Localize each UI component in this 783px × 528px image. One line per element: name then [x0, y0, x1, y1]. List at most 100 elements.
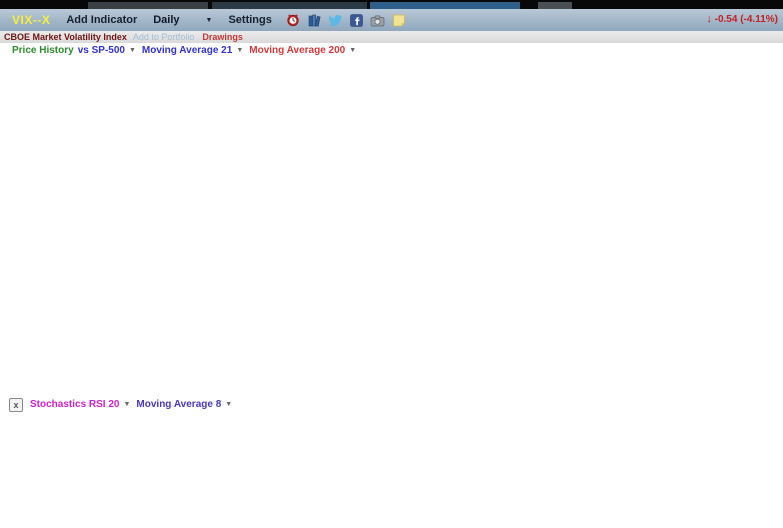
ma8-line	[8, 424, 742, 476]
main-y-axis: 45.0043.5042.0040.5039.0037.5036.0034.50…	[746, 58, 770, 375]
scrollbar-track[interactable]	[0, 507, 783, 517]
divergence-annotation: divergence	[414, 349, 463, 360]
lower-last-value-box-text: 0.00	[749, 477, 768, 488]
x-axis-year-label: 2013	[545, 498, 565, 508]
y-axis-tick-label: 42.00	[746, 83, 770, 94]
lower-last-value-box	[744, 475, 772, 488]
x-axis-year-label: 2012	[64, 498, 84, 508]
close-indicator-button[interactable]: x	[9, 398, 23, 412]
y-axis-tick-label: 15.00	[746, 313, 770, 324]
stochastics-legend[interactable]: Stochastics RSI 20	[30, 399, 119, 410]
ma21-legend[interactable]: Moving Average 21	[142, 45, 232, 56]
ellipse-annotation-fill	[97, 278, 267, 350]
price-chart-svg[interactable]: divergencedivergence45.0043.5042.0040.50…	[0, 0, 783, 528]
down-arrow-icon: ↓	[706, 13, 712, 25]
x-axis-month-label: Oct	[426, 489, 441, 499]
y-axis-tick-label: 30.00	[746, 185, 770, 196]
y-axis-tick-label: 80.00	[746, 419, 770, 430]
price-history-legend[interactable]: Price History	[12, 45, 74, 56]
camera-icon[interactable]	[370, 14, 385, 27]
x-axis-month-label: Mar	[137, 489, 153, 499]
change-value: -0.54 (-4.11%)	[715, 14, 778, 25]
panel-divider[interactable]	[2, 391, 756, 395]
vs-sp500-legend[interactable]: vs SP-500	[78, 45, 125, 56]
x-axis-month-label: Dec	[507, 489, 524, 499]
browser-tab	[538, 2, 572, 9]
price-change-indicator: ↓ -0.54 (-4.11%)	[706, 13, 778, 25]
chevron-down-icon[interactable]: ▼	[225, 401, 232, 408]
browser-tab	[370, 2, 520, 9]
ellipse-annotation[interactable]	[97, 278, 267, 350]
y-axis-tick-label: 22.50	[746, 249, 770, 260]
ma8-legend[interactable]: Moving Average 8	[136, 399, 221, 410]
trendline-handle[interactable]	[745, 324, 750, 329]
symbol-label[interactable]: VIX--X	[12, 13, 50, 27]
x-axis-month-label: Jan	[546, 489, 561, 499]
window-left-border	[0, 9, 2, 508]
timeframe-label: Daily	[153, 14, 179, 26]
chevron-down-icon[interactable]: ▼	[349, 47, 356, 54]
x-axis-month-label: Apr	[653, 489, 667, 499]
lower-panel-legend: Stochastics RSI 20 ▼ Moving Average 8 ▼	[30, 399, 238, 410]
x-axis-year-label: 11	[1, 498, 10, 508]
x-axis-date-label: 5/10/2013	[694, 491, 730, 500]
ellipse-annotation-fill	[562, 314, 746, 368]
chart-canvas[interactable]: divergencedivergence45.0043.5042.0040.50…	[0, 0, 783, 528]
main-chart-legend: Price History vs SP-500 ▼ Moving Average…	[12, 45, 362, 56]
y-axis-tick-label: 13.50	[746, 325, 770, 336]
y-axis-tick-label: 18.00	[746, 287, 770, 298]
alarm-clock-icon[interactable]	[286, 13, 300, 27]
settings-button[interactable]: Settings	[228, 14, 271, 26]
scrollbar-thumb[interactable]	[190, 508, 756, 516]
drawing-collapse-marker	[740, 362, 744, 367]
symbol-info-bar: CBOE Market Volatility Index Add to Port…	[0, 31, 783, 43]
x-axis-month-label: May	[221, 489, 239, 499]
sp500-line	[8, 78, 742, 185]
chevron-down-icon[interactable]: ▼	[123, 401, 130, 408]
trendline-drawing[interactable]	[4, 60, 748, 327]
drawing-handle[interactable]	[464, 343, 469, 348]
ellipse-annotation[interactable]	[562, 314, 746, 368]
add-to-portfolio-link[interactable]: Add to Portfolio	[133, 32, 195, 42]
y-axis-tick-label: 28.50	[746, 198, 770, 209]
chevron-down-icon[interactable]: ▼	[236, 47, 243, 54]
ma200-legend[interactable]: Moving Average 200	[249, 45, 345, 56]
y-axis-tick-label: 33.00	[746, 160, 770, 171]
y-axis-tick-label: 12.00	[746, 338, 770, 349]
trendline-handle[interactable]	[744, 247, 749, 252]
last-price-box	[744, 331, 778, 344]
library-icon[interactable]	[307, 13, 321, 27]
vertical-gridlines	[30, 58, 734, 482]
timeframe-dropdown[interactable]: Daily ▼	[153, 14, 212, 26]
divergence-annotation: divergence	[692, 361, 741, 372]
y-axis-tick-label: 16.50	[746, 300, 770, 311]
y-axis-tick-label: 37.50	[746, 121, 770, 132]
drawing-handle[interactable]	[95, 345, 100, 350]
facebook-icon[interactable]	[350, 14, 363, 27]
twitter-icon[interactable]	[328, 13, 343, 27]
chart-toolbar: VIX--X Add Indicator Daily ▼ Settings	[0, 9, 783, 32]
y-axis-tick-label: 9.00	[746, 364, 765, 375]
browser-tab	[212, 2, 367, 9]
x-axis-month-label: Dec	[22, 489, 39, 499]
drawings-menu[interactable]: Drawings	[202, 32, 243, 42]
y-axis-tick-label: 25.50	[746, 223, 770, 234]
last-price-box-text: 12.59	[749, 333, 773, 344]
drawing-handle[interactable]	[560, 365, 565, 370]
chevron-down-icon[interactable]: ▼	[129, 47, 136, 54]
y-axis-tick-label: 40.00	[746, 448, 770, 459]
ellipse-annotation[interactable]	[361, 318, 465, 348]
add-indicator-button[interactable]: Add Indicator	[66, 14, 137, 26]
x-axis-month-label: Nov	[465, 489, 482, 499]
x-axis-month-label: Feb	[585, 489, 601, 499]
sticky-note-icon[interactable]	[392, 13, 406, 27]
y-axis-tick-label: 21.00	[746, 262, 770, 273]
charting-app-window: VIX--X Add Indicator Daily ▼ Settings	[0, 0, 783, 528]
y-axis-tick-label: 24.00	[746, 236, 770, 247]
browser-tab	[88, 2, 208, 9]
x-axis-month-label: Jul	[304, 489, 316, 499]
x-axis-month-label: Aug	[345, 489, 361, 499]
trendline-drawing[interactable]	[0, 57, 747, 250]
y-axis-tick-label: 100.00	[746, 405, 775, 416]
lower-y-axis: 100.0080.0060.0040.0020.00	[746, 405, 775, 474]
